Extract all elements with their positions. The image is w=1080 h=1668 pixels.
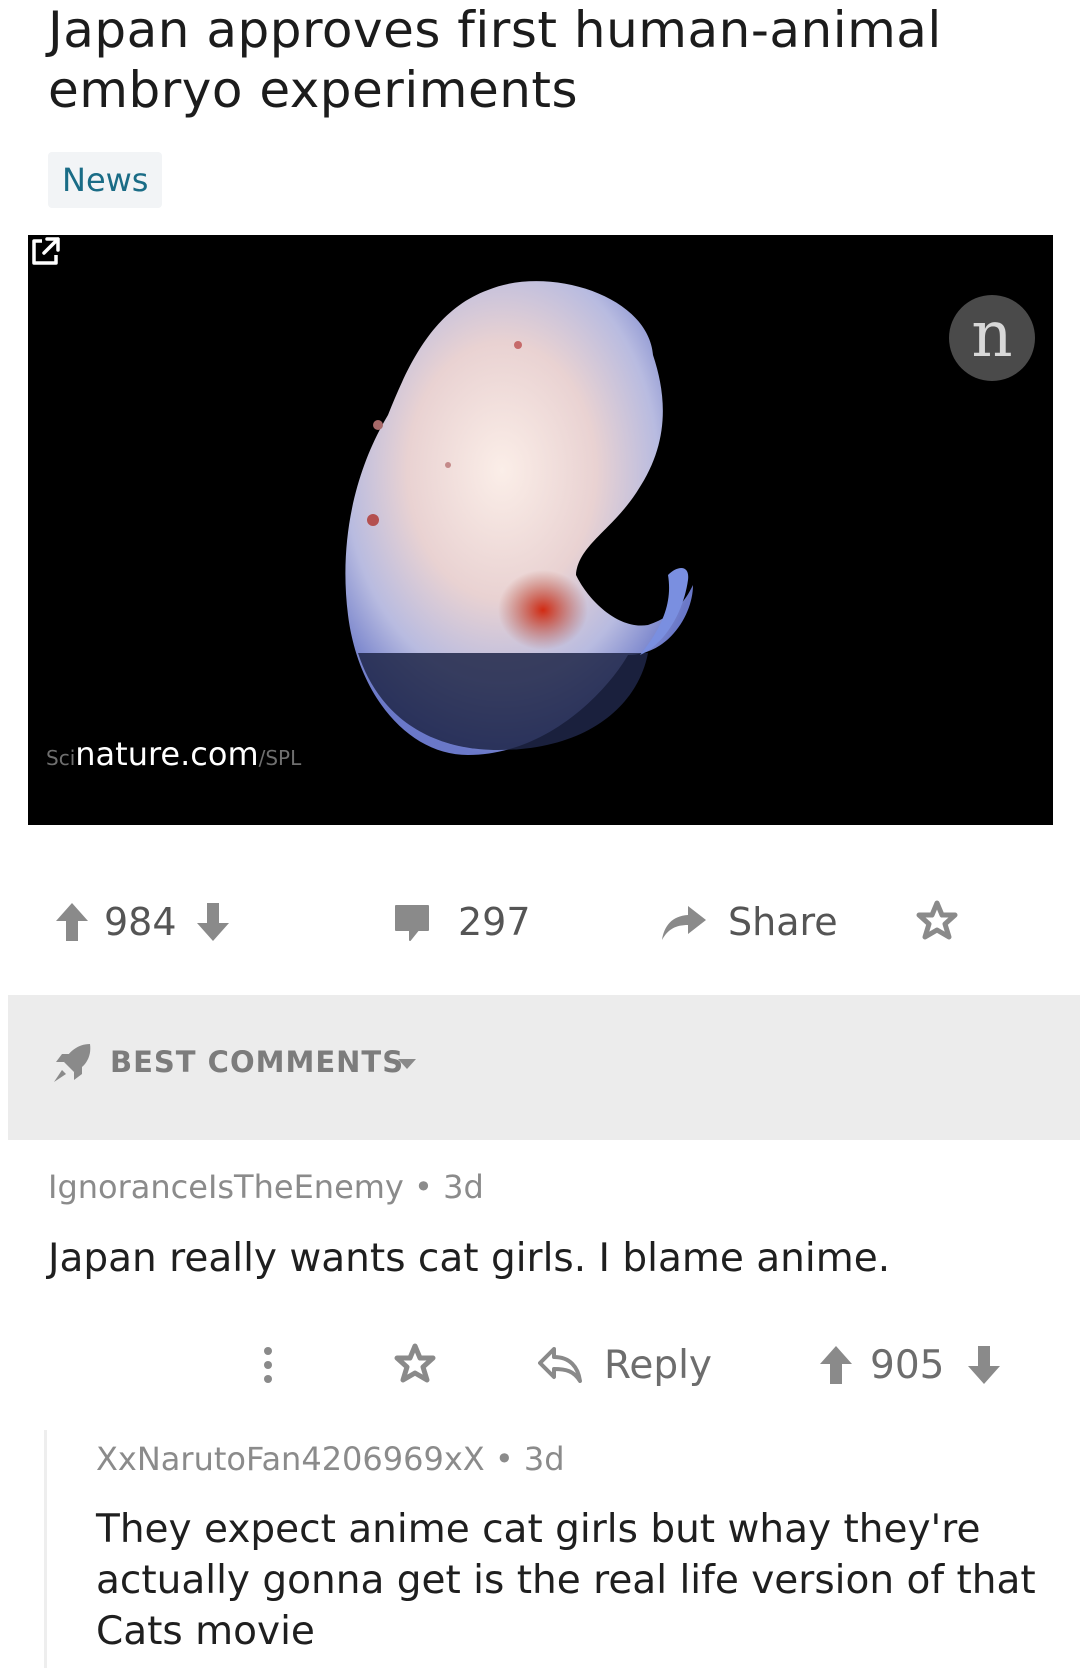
reply-meta: XxNarutoFan4206969xX • 3d bbox=[96, 1440, 565, 1478]
comment-vote-group: 905 bbox=[818, 1325, 1002, 1405]
upvote-icon[interactable] bbox=[818, 1344, 854, 1386]
post-score: 984 bbox=[104, 900, 177, 944]
link-domain[interactable]: nature.com bbox=[75, 735, 258, 773]
more-options-button[interactable] bbox=[262, 1325, 274, 1405]
upvote-icon[interactable] bbox=[54, 901, 90, 943]
link-preview[interactable]: n Scinature.com/SPL bbox=[28, 235, 1053, 825]
comment-author[interactable]: IgnoranceIsTheEnemy bbox=[48, 1168, 404, 1206]
reply-body: They expect anime cat girls but whay the… bbox=[96, 1507, 1036, 1654]
comment-count: 297 bbox=[458, 900, 531, 944]
award-star-icon bbox=[394, 1343, 436, 1383]
meta-separator: • bbox=[494, 1440, 524, 1478]
image-credit-prefix: Sci bbox=[46, 746, 76, 770]
post-action-bar: 984 297 Share bbox=[0, 880, 1080, 964]
reply-label: Reply bbox=[604, 1342, 713, 1388]
downvote-icon[interactable] bbox=[195, 901, 231, 943]
rocket-icon bbox=[54, 1044, 91, 1082]
comment-score: 905 bbox=[870, 1342, 945, 1388]
post-vote-group: 984 bbox=[54, 880, 231, 964]
more-vertical-icon bbox=[264, 1347, 272, 1383]
save-button[interactable] bbox=[914, 880, 960, 964]
comment-sort-bar[interactable]: BEST COMMENTS bbox=[8, 995, 1080, 1140]
post-title[interactable]: Japan approves first human-animal embryo… bbox=[48, 0, 1028, 120]
meta-separator: • bbox=[414, 1168, 444, 1206]
comment-meta: IgnoranceIsTheEnemy • 3d bbox=[48, 1168, 484, 1206]
share-label: Share bbox=[728, 900, 838, 944]
chevron-down-icon bbox=[398, 1059, 416, 1069]
comment-age: 3d bbox=[443, 1168, 484, 1206]
reply-button[interactable]: Reply bbox=[538, 1325, 712, 1405]
share-icon bbox=[662, 906, 706, 940]
comments-button[interactable]: 297 bbox=[392, 880, 531, 964]
comment-action-bar: Reply 905 bbox=[0, 1325, 1080, 1405]
reply-icon bbox=[538, 1347, 582, 1383]
downvote-icon[interactable] bbox=[966, 1344, 1002, 1386]
award-star-icon bbox=[916, 900, 958, 940]
comment-body: Japan really wants cat girls. I blame an… bbox=[48, 1236, 891, 1281]
image-credit-suffix: /SPL bbox=[258, 746, 302, 770]
link-domain-label[interactable]: Scinature.com/SPL bbox=[46, 735, 301, 773]
reply-author[interactable]: XxNarutoFan4206969xX bbox=[96, 1440, 485, 1478]
share-button[interactable]: Share bbox=[660, 880, 838, 964]
external-link-icon[interactable] bbox=[28, 235, 62, 269]
comment-save-button[interactable] bbox=[392, 1325, 438, 1405]
sort-label: BEST COMMENTS bbox=[110, 1045, 405, 1079]
post-flair[interactable]: News bbox=[48, 152, 163, 208]
comment-icon bbox=[395, 905, 429, 941]
reply-age: 3d bbox=[523, 1440, 565, 1478]
nature-logo: n bbox=[949, 295, 1035, 381]
